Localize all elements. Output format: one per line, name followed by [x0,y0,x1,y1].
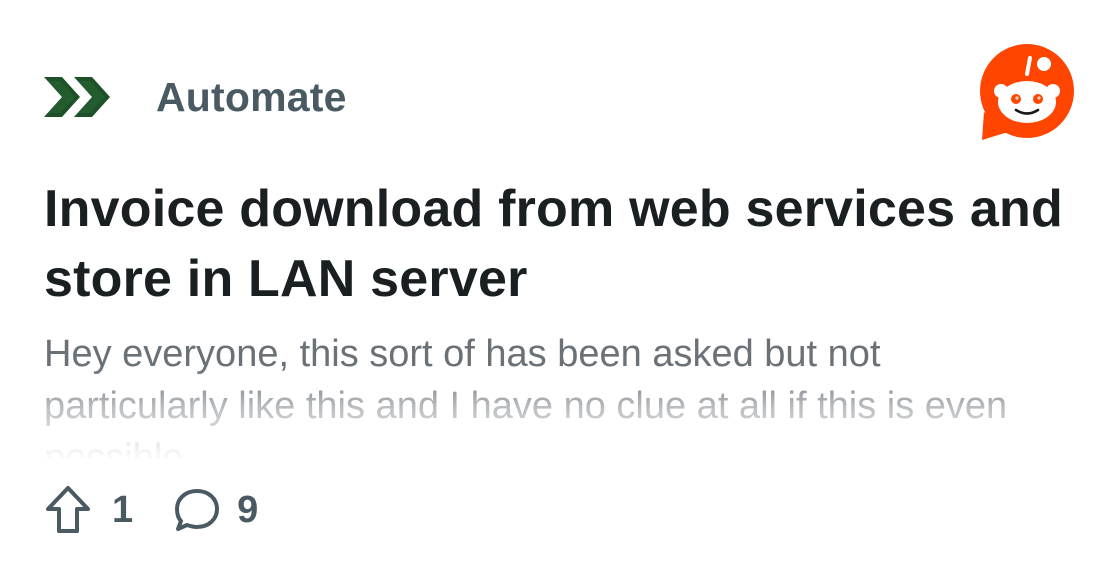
comments-button[interactable]: 9 [173,486,258,534]
community-name[interactable]: Automate [156,76,347,118]
post-excerpt: Hey everyone, this sort of has been aske… [44,333,1008,458]
upvote-arrow-icon [44,485,92,535]
comment-count: 9 [237,489,259,531]
community-header[interactable]: Automate [44,66,347,128]
post-title[interactable]: Invoice download from web services and s… [44,174,1074,314]
double-chevron-right-icon [44,67,126,127]
reddit-logo-icon [978,44,1076,142]
comment-bubble-icon [173,486,221,534]
upvote-count: 1 [112,489,134,531]
post-stats: 1 9 [44,482,258,538]
post-share-card: Automate Invoice download from web servi… [0,0,1120,584]
upvote-button[interactable]: 1 [44,485,133,535]
post-excerpt-container: Hey everyone, this sort of has been aske… [44,328,1074,458]
